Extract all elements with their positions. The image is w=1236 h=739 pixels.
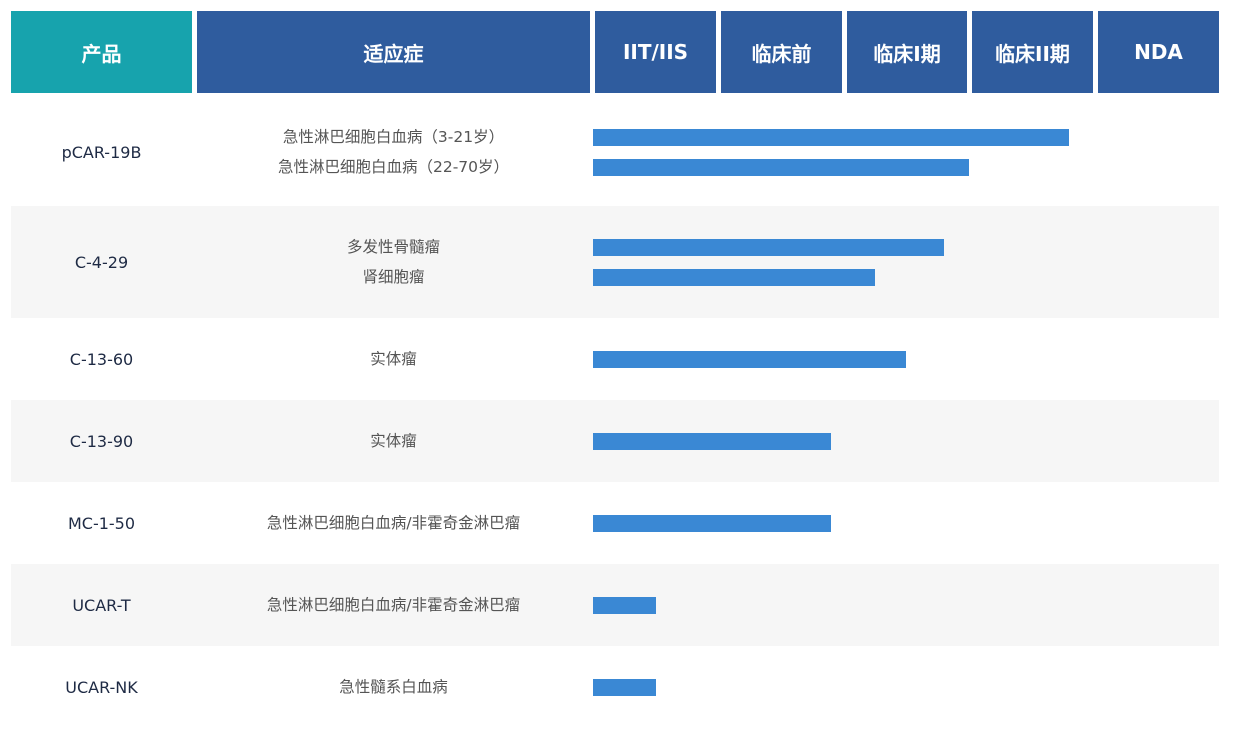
header-stage-phase-1: 临床I期 [847, 11, 967, 93]
indication-label: 急性淋巴细胞白血病/非霍奇金淋巴瘤 [266, 514, 521, 532]
product-name: MC-1-50 [67, 513, 136, 533]
header-indication: 适应症 [197, 11, 590, 93]
header-stage-phase-2: 临床II期 [972, 11, 1093, 93]
product-name: C-4-29 [74, 252, 129, 272]
product-name: UCAR-NK [65, 677, 138, 697]
indication-label: 多发性骨髓瘤 [346, 238, 440, 256]
stage-progress-bar [593, 514, 831, 532]
indication-label: 急性淋巴细胞白血病/非霍奇金淋巴瘤 [266, 596, 521, 614]
indication-label: 肾细胞瘤 [362, 268, 425, 286]
indication-label: 实体瘤 [370, 350, 417, 368]
product-name: C-13-90 [69, 431, 134, 451]
stage-progress-bar [593, 128, 1069, 146]
pipeline-table: 产品 适应症 IIT/IIS 临床前 临床I期 临床II期 NDA pCAR-1… [0, 0, 1236, 739]
product-name: C-13-60 [69, 349, 134, 369]
product-name: pCAR-19B [61, 142, 142, 162]
stage-progress-bar [593, 238, 944, 256]
header-stage-preclinical: 临床前 [721, 11, 842, 93]
header-stage-nda: NDA [1098, 11, 1219, 93]
stage-progress-bar [593, 268, 875, 286]
stage-progress-bar [593, 678, 656, 696]
indication-label: 急性淋巴细胞白血病（3-21岁） [282, 128, 505, 146]
stage-progress-bar [593, 432, 831, 450]
product-name: UCAR-T [72, 595, 131, 615]
stage-progress-bar [593, 158, 969, 176]
table-row-stripe [11, 206, 1219, 318]
header-stage-iit-iis: IIT/IIS [595, 11, 716, 93]
indication-label: 实体瘤 [370, 432, 417, 450]
stage-progress-bar [593, 596, 656, 614]
indication-label: 急性髓系白血病 [339, 678, 448, 696]
stage-progress-bar [593, 350, 906, 368]
header-product: 产品 [11, 11, 192, 93]
indication-label: 急性淋巴细胞白血病（22-70岁） [277, 158, 510, 176]
